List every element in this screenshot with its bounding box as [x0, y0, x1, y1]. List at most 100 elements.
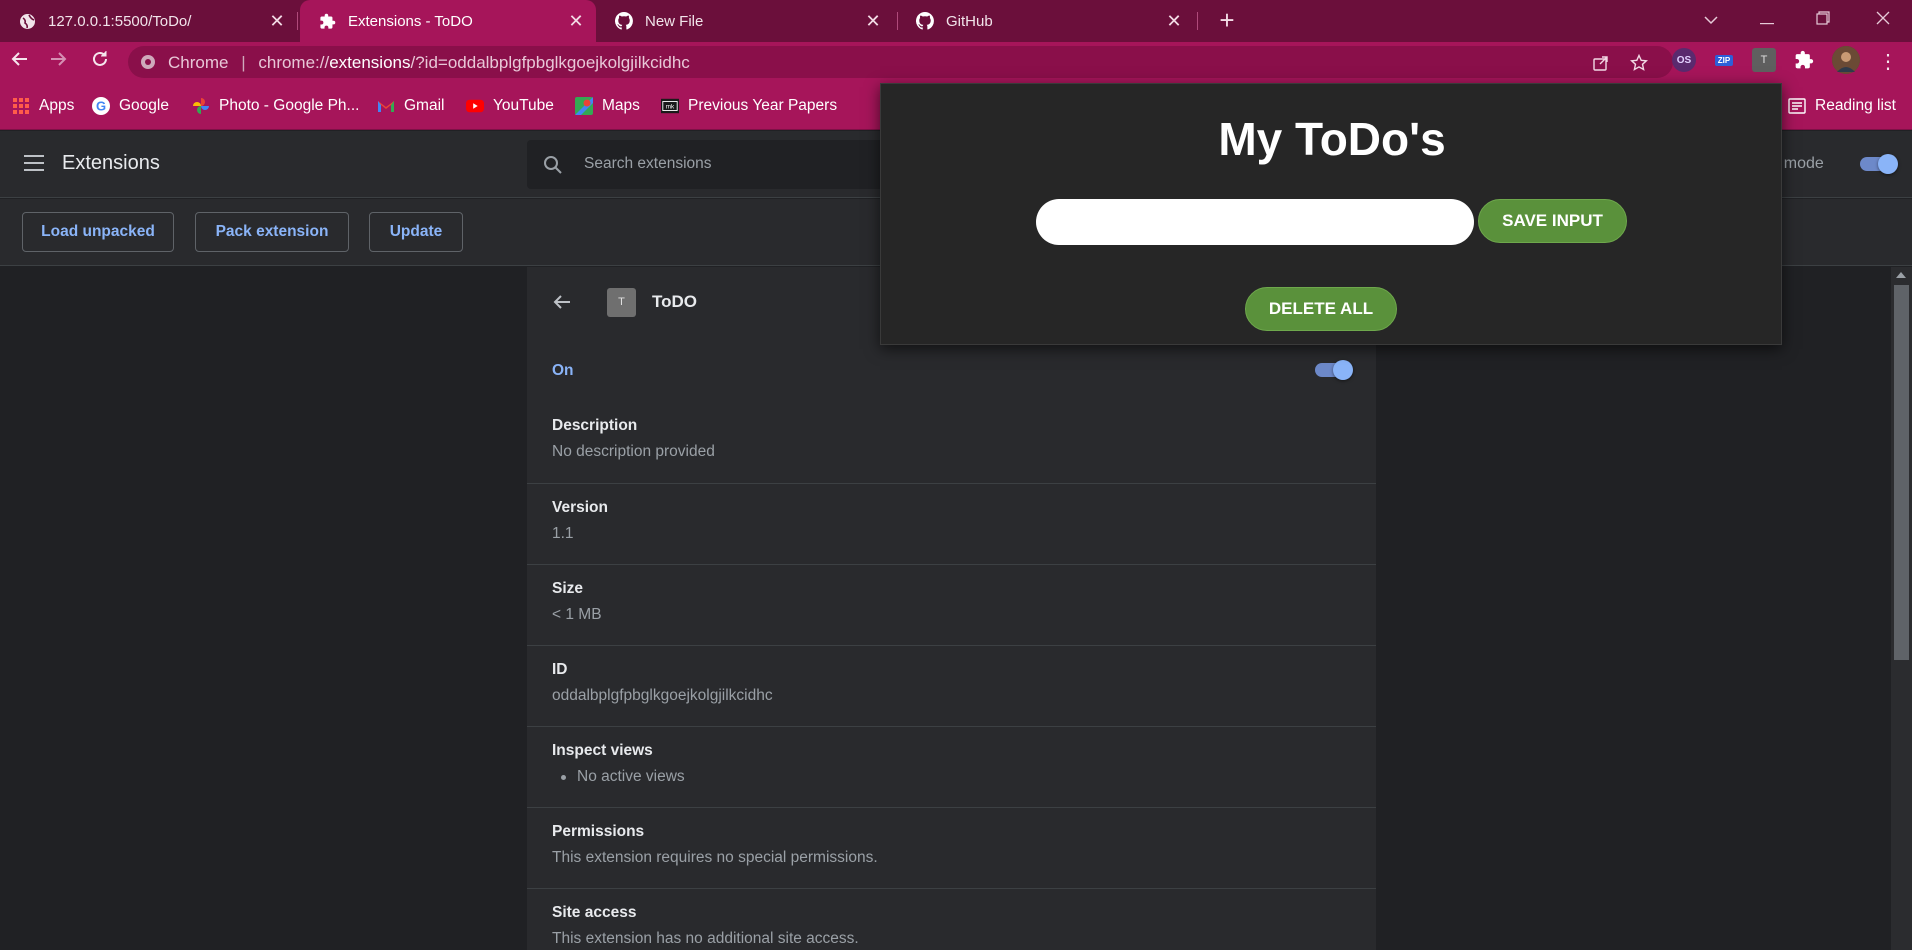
bookmark-google[interactable]: G Google	[92, 95, 169, 117]
tab-search-chevron-icon[interactable]	[1688, 6, 1734, 36]
bookmark-label: Gmail	[404, 97, 445, 114]
reload-icon[interactable]	[88, 50, 112, 74]
extensions-puzzle-icon[interactable]	[1792, 48, 1816, 72]
minimize-icon[interactable]	[1744, 6, 1790, 36]
pack-extension-button[interactable]: Pack extension	[195, 212, 349, 252]
close-tab-icon[interactable]: ✕	[863, 11, 883, 31]
extension-detail-card: T ToDO On Description No description pro…	[527, 267, 1376, 950]
address-bar[interactable]: Chrome | chrome://extensions/?id=oddalbp…	[128, 46, 1673, 78]
scrollbar-thumb[interactable]	[1894, 285, 1909, 660]
bookmark-photos[interactable]: Photo - Google Ph...	[192, 95, 359, 117]
todo-extension-popup: My ToDo's SAVE INPUT DELETE ALL	[880, 83, 1782, 345]
globe-icon	[18, 12, 36, 30]
zip-extension-label: ZIP	[1714, 54, 1734, 66]
gmail-icon	[377, 97, 395, 115]
enable-row: On	[527, 338, 1376, 402]
delete-all-button[interactable]: DELETE ALL	[1245, 287, 1397, 331]
section-value: < 1 MB	[552, 606, 602, 623]
puzzle-icon	[318, 12, 336, 30]
extension-name: ToDO	[652, 292, 698, 311]
os-extension-icon[interactable]: OS	[1672, 48, 1696, 72]
back-icon[interactable]	[8, 50, 32, 74]
tab-new-file[interactable]: New File ✕	[597, 0, 893, 42]
url-rest: /?id=oddalbplgfpbglkgoejkolgjilkcidhc	[410, 53, 690, 72]
permissions-section: Permissions This extension requires no s…	[527, 807, 1376, 888]
close-window-icon[interactable]	[1860, 6, 1906, 36]
tab-title: Extensions - ToDO	[348, 12, 473, 30]
share-icon[interactable]	[1592, 54, 1610, 72]
address-separator: |	[241, 53, 246, 72]
section-value: 1.1	[552, 525, 574, 542]
close-tab-icon[interactable]: ✕	[1164, 11, 1184, 31]
bookmark-maps[interactable]: Maps	[575, 95, 640, 117]
browser-toolbar: Chrome | chrome://extensions/?id=oddalbp…	[0, 42, 1912, 82]
tab-title: GitHub	[946, 12, 993, 30]
zip-extension-icon[interactable]: ZIP	[1712, 48, 1736, 72]
close-tab-icon[interactable]: ✕	[566, 11, 586, 31]
search-placeholder: Search extensions	[584, 155, 712, 172]
search-input[interactable]: Search extensions	[527, 140, 887, 189]
toggle-knob	[1878, 154, 1898, 174]
url-host: extensions	[329, 53, 411, 72]
tab-github[interactable]: GitHub ✕	[898, 0, 1194, 42]
extension-enable-toggle[interactable]	[1313, 360, 1353, 380]
todo-input[interactable]	[1036, 199, 1474, 245]
tab-extensions[interactable]: Extensions - ToDO ✕	[300, 0, 596, 42]
chrome-site-icon[interactable]	[140, 54, 156, 70]
reading-list-label: Reading list	[1815, 97, 1896, 114]
enable-status-label: On	[552, 362, 574, 379]
section-title: ID	[552, 661, 568, 678]
svg-text:G: G	[96, 99, 106, 114]
google-photos-icon	[192, 97, 210, 115]
reading-list[interactable]: Reading list	[1788, 95, 1896, 117]
google-icon: G	[92, 97, 110, 115]
kebab-menu-icon[interactable]: ⋮	[1878, 50, 1898, 74]
profile-avatar[interactable]	[1832, 46, 1860, 74]
todo-extension-label: T	[1760, 54, 1768, 66]
tab-title: 127.0.0.1:5500/ToDo/	[48, 12, 192, 30]
update-button[interactable]: Update	[369, 212, 463, 252]
bookmark-label: Photo - Google Ph...	[219, 97, 360, 114]
bookmark-youtube[interactable]: YouTube	[466, 95, 554, 117]
apps-grid-icon	[12, 97, 30, 115]
popup-title: My ToDo's	[1218, 113, 1446, 165]
close-tab-icon[interactable]: ✕	[267, 11, 287, 31]
papers-icon: mk	[661, 97, 679, 115]
page-title: Extensions	[62, 152, 160, 174]
restore-icon[interactable]	[1800, 6, 1846, 36]
tab-separator	[1197, 12, 1198, 30]
tab-localhost[interactable]: 127.0.0.1:5500/ToDo/ ✕	[0, 0, 297, 42]
new-tab-button[interactable]: +	[1214, 7, 1240, 34]
save-input-button[interactable]: SAVE INPUT	[1478, 199, 1627, 243]
section-value: This extension requires no special permi…	[552, 849, 878, 866]
section-title: Size	[552, 580, 584, 597]
hamburger-menu-icon[interactable]	[24, 155, 44, 173]
forward-icon[interactable]	[46, 50, 70, 74]
bookmark-label: Previous Year Papers	[688, 97, 838, 114]
scroll-up-arrow-icon[interactable]	[1896, 272, 1906, 278]
section-value: No description provided	[552, 443, 715, 460]
todo-extension-icon[interactable]: T	[1752, 48, 1776, 72]
bookmark-label: YouTube	[493, 97, 554, 114]
section-title: Description	[552, 417, 638, 434]
bookmark-label: Google	[119, 97, 169, 114]
section-title: Permissions	[552, 823, 645, 840]
back-arrow-icon[interactable]	[551, 291, 573, 313]
load-unpacked-button[interactable]: Load unpacked	[22, 212, 174, 252]
extension-logo: T	[607, 288, 636, 317]
description-section: Description No description provided	[527, 402, 1376, 483]
section-title: Version	[552, 499, 608, 516]
developer-mode-toggle[interactable]	[1858, 154, 1898, 174]
size-section: Size < 1 MB	[527, 564, 1376, 645]
bookmark-star-icon[interactable]	[1629, 53, 1649, 72]
github-icon	[615, 12, 633, 30]
section-title: Inspect views	[552, 742, 653, 759]
bookmark-apps[interactable]: Apps	[12, 95, 74, 117]
inspect-views-section: Inspect views No active views	[527, 726, 1376, 807]
scheme-label: Chrome	[168, 53, 229, 72]
site-access-section: Site access This extension has no additi…	[527, 888, 1376, 950]
address-text[interactable]: Chrome | chrome://extensions/?id=oddalbp…	[168, 53, 690, 73]
tab-separator	[297, 12, 298, 30]
bookmark-papers[interactable]: mk Previous Year Papers	[661, 95, 837, 117]
bookmark-gmail[interactable]: Gmail	[377, 95, 444, 117]
